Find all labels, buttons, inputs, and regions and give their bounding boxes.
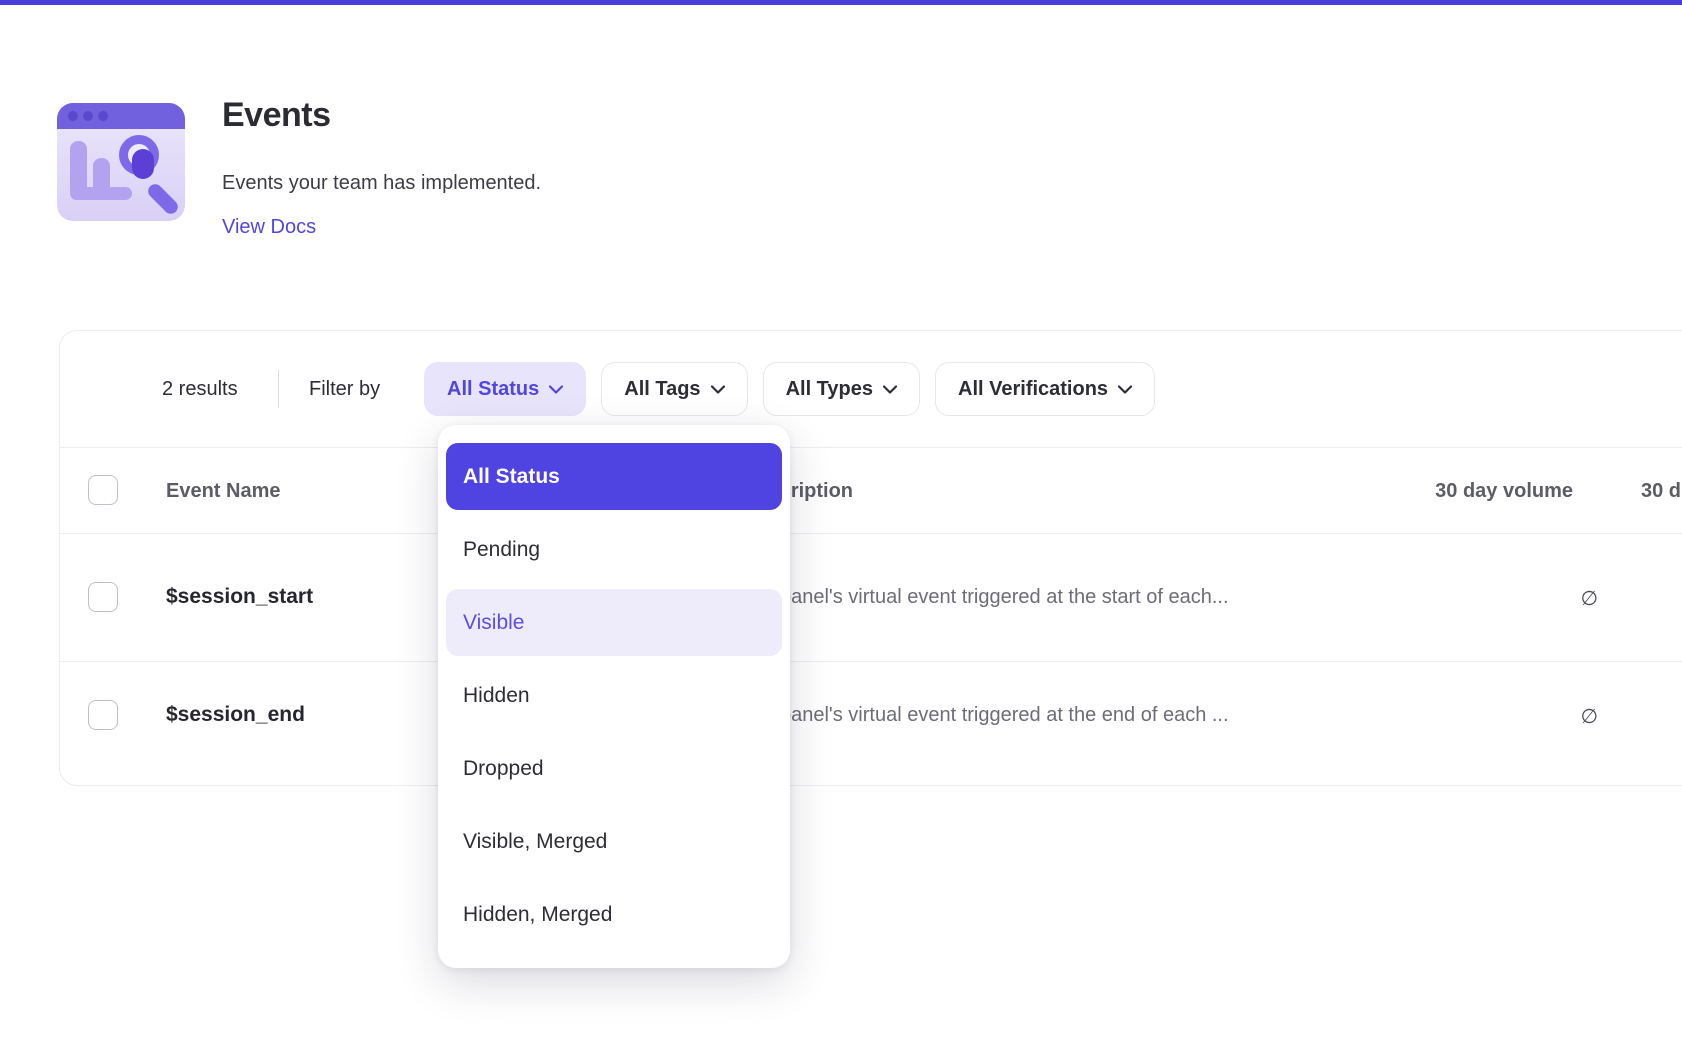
magnifier-lens-shape <box>132 149 154 179</box>
filter-status-label: All Status <box>447 378 539 401</box>
filter-tags-label: All Tags <box>624 378 700 401</box>
row-divider <box>60 661 1682 662</box>
dropdown-item-visible[interactable]: Visible <box>446 589 782 656</box>
chart-bar <box>70 187 132 200</box>
volume-30d-cell: ∅ <box>1301 704 1598 728</box>
row-checkbox[interactable] <box>88 582 118 612</box>
row-checkbox[interactable] <box>88 700 118 730</box>
chevron-down-icon <box>1118 385 1132 394</box>
dropdown-item-hidden-merged[interactable]: Hidden, Merged <box>446 881 782 948</box>
event-description-cell: panel's virtual event triggered at the s… <box>780 586 1229 609</box>
volume-30d-cell: ∅ <box>1301 586 1598 610</box>
table-header-top-divider <box>60 447 1682 448</box>
view-docs-link[interactable]: View Docs <box>222 216 316 239</box>
window-dot-icon <box>68 111 78 121</box>
dropdown-item-pending[interactable]: Pending <box>446 516 782 583</box>
magnifier-handle <box>145 181 180 216</box>
window-dot-icon <box>83 111 93 121</box>
filter-types-label: All Types <box>786 378 873 401</box>
column-header-event-name[interactable]: Event Name <box>166 480 281 503</box>
status-filter-dropdown-menu: All Status Pending Visible Hidden Droppe… <box>438 425 790 968</box>
filter-status-dropdown-trigger[interactable]: All Status <box>424 362 586 416</box>
filter-toolbar: 2 results Filter by All Status All Tags … <box>60 331 1682 447</box>
window-dot-icon <box>98 111 108 121</box>
column-header-30-day-clipped[interactable]: 30 d <box>1641 480 1681 503</box>
page-title: Events <box>222 96 331 135</box>
toolbar-divider <box>278 370 279 408</box>
column-header-30-day-volume[interactable]: 30 day volume <box>1301 480 1573 503</box>
filter-tags-dropdown-trigger[interactable]: All Tags <box>601 362 747 416</box>
row-divider <box>60 533 1682 534</box>
top-accent-bar <box>0 0 1682 5</box>
events-table-card: 2 results Filter by All Status All Tags … <box>59 330 1682 786</box>
event-name-cell[interactable]: $session_end <box>166 703 305 727</box>
filter-verifications-label: All Verifications <box>958 378 1108 401</box>
dropdown-item-hidden[interactable]: Hidden <box>446 662 782 729</box>
filter-verifications-dropdown-trigger[interactable]: All Verifications <box>935 362 1155 416</box>
chevron-down-icon <box>549 385 563 394</box>
events-page-icon <box>57 103 185 221</box>
dropdown-item-all-status[interactable]: All Status <box>446 443 782 510</box>
event-name-cell[interactable]: $session_start <box>166 585 313 609</box>
chevron-down-icon <box>711 385 725 394</box>
browser-titlebar <box>57 103 185 129</box>
dropdown-item-visible-merged[interactable]: Visible, Merged <box>446 808 782 875</box>
page-subtitle: Events your team has implemented. <box>222 172 541 195</box>
dropdown-item-dropped[interactable]: Dropped <box>446 735 782 802</box>
event-description-cell: panel's virtual event triggered at the e… <box>780 704 1229 727</box>
chevron-down-icon <box>883 385 897 394</box>
filter-by-label: Filter by <box>309 378 380 401</box>
filter-types-dropdown-trigger[interactable]: All Types <box>763 362 920 416</box>
select-all-checkbox[interactable] <box>88 475 118 505</box>
results-count: 2 results <box>162 378 238 401</box>
